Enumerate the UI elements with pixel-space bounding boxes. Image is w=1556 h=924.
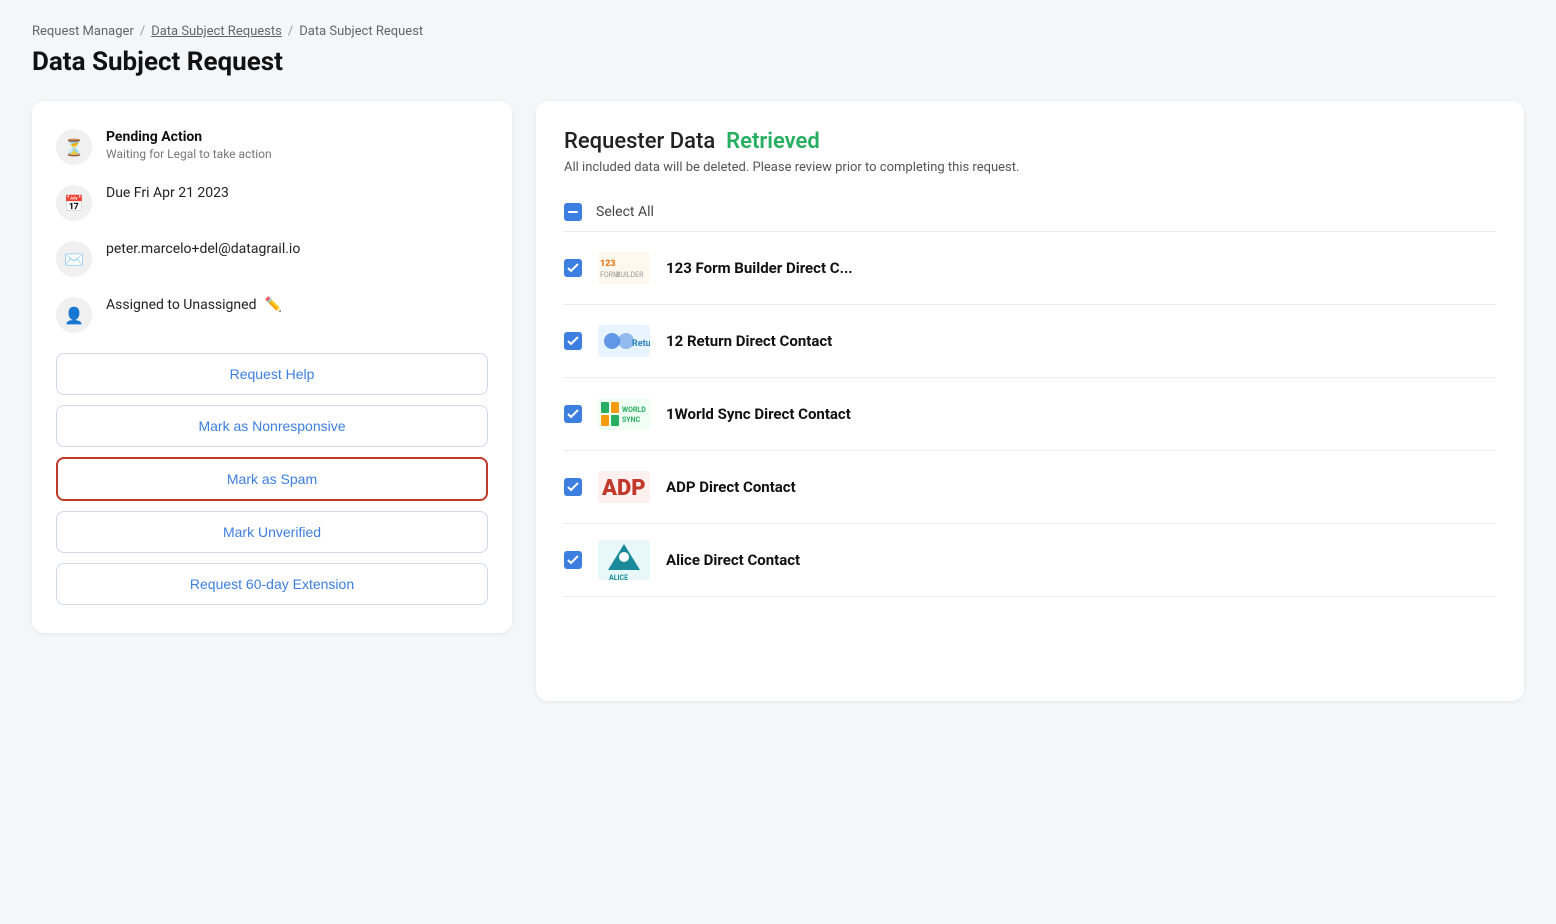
logo-123formbuilder: 123 FORM BUILDER (598, 250, 650, 286)
item-name-1: 123 Form Builder Direct C... (666, 259, 853, 277)
person-icon: 👤 (56, 297, 92, 333)
item-checkbox-3[interactable] (564, 405, 582, 423)
mark-unverified-button[interactable]: Mark Unverified (56, 511, 488, 553)
item-checkbox-2[interactable] (564, 332, 582, 350)
status-info-item: ⏳ Pending Action Waiting for Legal to ta… (56, 129, 488, 165)
item-name-3: 1World Sync Direct Contact (666, 405, 851, 423)
select-all-checkbox[interactable] (564, 203, 582, 221)
logo-12return: Return (598, 323, 650, 359)
email-text: peter.marcelo+del@datagrail.io (106, 241, 300, 257)
calendar-icon: 📅 (56, 185, 92, 221)
request-help-button[interactable]: Request Help (56, 353, 488, 395)
breadcrumb-sep-1: / (140, 24, 145, 39)
action-buttons: Request Help Mark as Nonresponsive Mark … (56, 353, 488, 605)
list-item: 123 FORM BUILDER 123 Form Builder Direct… (564, 232, 1496, 305)
svg-text:SYNC: SYNC (622, 416, 641, 424)
select-all-row[interactable]: Select All (564, 193, 1496, 232)
left-card: ⏳ Pending Action Waiting for Legal to ta… (32, 101, 512, 633)
hourglass-icon: ⏳ (56, 129, 92, 165)
svg-text:Return: Return (632, 339, 650, 349)
edit-icon[interactable]: ✏️ (264, 297, 281, 313)
due-date-item: 📅 Due Fri Apr 21 2023 (56, 185, 488, 221)
list-item: WORLD SYNC 1World Sync Direct Contact (564, 378, 1496, 451)
svg-text:123: 123 (600, 259, 616, 269)
breadcrumb-sep-2: / (288, 24, 293, 39)
email-icon: ✉️ (56, 241, 92, 277)
panel-title: Requester Data Retrieved (564, 129, 1496, 154)
item-name-2: 12 Return Direct Contact (666, 332, 832, 350)
svg-text:ADP: ADP (601, 476, 646, 501)
mark-spam-button[interactable]: Mark as Spam (56, 457, 488, 501)
item-checkbox-5[interactable] (564, 551, 582, 569)
panel-header: Requester Data Retrieved All included da… (564, 129, 1496, 175)
due-date-text: Due Fri Apr 21 2023 (106, 185, 229, 201)
svg-text:WORLD: WORLD (622, 406, 646, 414)
logo-alice: ALICE (598, 542, 650, 578)
logo-1worldsync: WORLD SYNC (598, 396, 650, 432)
breadcrumb-item-2[interactable]: Data Subject Requests (151, 24, 282, 39)
mark-nonresponsive-button[interactable]: Mark as Nonresponsive (56, 405, 488, 447)
status-label: Pending Action (106, 129, 272, 145)
logo-adp: ADP (598, 469, 650, 505)
breadcrumb-item-3: Data Subject Request (299, 24, 423, 39)
assigned-item: 👤 Assigned to Unassigned ✏️ (56, 297, 488, 333)
email-item: ✉️ peter.marcelo+del@datagrail.io (56, 241, 488, 277)
page-title: Data Subject Request (32, 47, 1524, 77)
assigned-text: Assigned to Unassigned (106, 297, 256, 313)
item-name-5: Alice Direct Contact (666, 551, 800, 569)
svg-text:ALICE: ALICE (609, 574, 628, 580)
panel-title-text: Requester Data (564, 129, 715, 154)
breadcrumb: Request Manager / Data Subject Requests … (32, 24, 1524, 39)
item-name-4: ADP Direct Contact (666, 478, 796, 496)
list-item: Return 12 Return Direct Contact (564, 305, 1496, 378)
item-checkbox-4[interactable] (564, 478, 582, 496)
request-extension-button[interactable]: Request 60-day Extension (56, 563, 488, 605)
list-item: ADP ADP Direct Contact (564, 451, 1496, 524)
breadcrumb-item-1: Request Manager (32, 24, 134, 39)
panel-subtitle: All included data will be deleted. Pleas… (564, 160, 1496, 175)
select-all-label: Select All (596, 204, 654, 220)
item-checkbox-1[interactable] (564, 259, 582, 277)
status-sub: Waiting for Legal to take action (106, 147, 272, 161)
retrieved-status: Retrieved (726, 129, 820, 154)
svg-text:BUILDER: BUILDER (616, 271, 644, 279)
list-item: ALICE Alice Direct Contact (564, 524, 1496, 597)
right-panel: Requester Data Retrieved All included da… (536, 101, 1524, 701)
